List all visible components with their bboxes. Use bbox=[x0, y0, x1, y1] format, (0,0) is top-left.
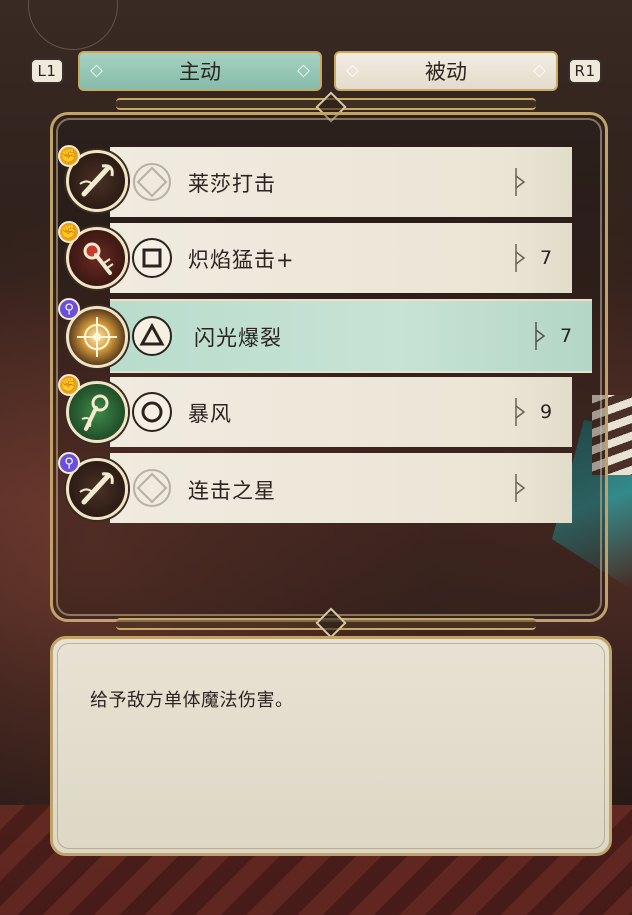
skill-cost: 9 bbox=[540, 401, 553, 423]
empty-button-slot-icon bbox=[130, 160, 174, 204]
circle-button-icon bbox=[130, 390, 174, 434]
skill-name: 炽焰猛击+ bbox=[188, 248, 295, 272]
skill-tab-bar: L1 主动 被动 R1 bbox=[30, 48, 602, 92]
tab-active-skills[interactable]: 主动 bbox=[78, 51, 322, 91]
empty-button-slot-icon bbox=[130, 466, 174, 510]
description-panel bbox=[50, 636, 612, 856]
skill-row[interactable] bbox=[110, 147, 572, 217]
skill-row[interactable] bbox=[110, 453, 572, 523]
skill-name: 莱莎打击 bbox=[188, 172, 276, 196]
skill-description: 给予敌方单体魔法伤害。 bbox=[90, 690, 294, 711]
skill-cost: 7 bbox=[540, 247, 553, 269]
skill-name: 连击之星 bbox=[188, 479, 276, 503]
skill-row[interactable] bbox=[110, 377, 572, 447]
cost-icon bbox=[535, 322, 546, 350]
l1-shoulder-button[interactable]: L1 bbox=[30, 58, 64, 84]
fist-icon: ✊ bbox=[58, 145, 80, 167]
wand-icon: ⚲ bbox=[58, 452, 80, 474]
skill-row-selected[interactable] bbox=[110, 299, 592, 373]
r1-shoulder-button[interactable]: R1 bbox=[568, 58, 602, 84]
cost-icon bbox=[515, 398, 526, 426]
cost-icon bbox=[515, 474, 526, 502]
cost-icon bbox=[515, 168, 526, 196]
tab-passive-skills[interactable]: 被动 bbox=[334, 51, 558, 91]
skill-name-selected: 闪光爆裂 bbox=[194, 326, 282, 350]
fist-icon: ✊ bbox=[58, 221, 80, 243]
wand-icon: ⚲ bbox=[58, 298, 80, 320]
skill-row[interactable] bbox=[110, 223, 572, 293]
triangle-button-icon bbox=[130, 314, 174, 358]
fist-icon: ✊ bbox=[58, 374, 80, 396]
cost-icon bbox=[515, 244, 526, 272]
skill-cost: 7 bbox=[560, 325, 573, 347]
skill-name: 暴风 bbox=[188, 402, 232, 426]
square-button-icon bbox=[130, 236, 174, 280]
